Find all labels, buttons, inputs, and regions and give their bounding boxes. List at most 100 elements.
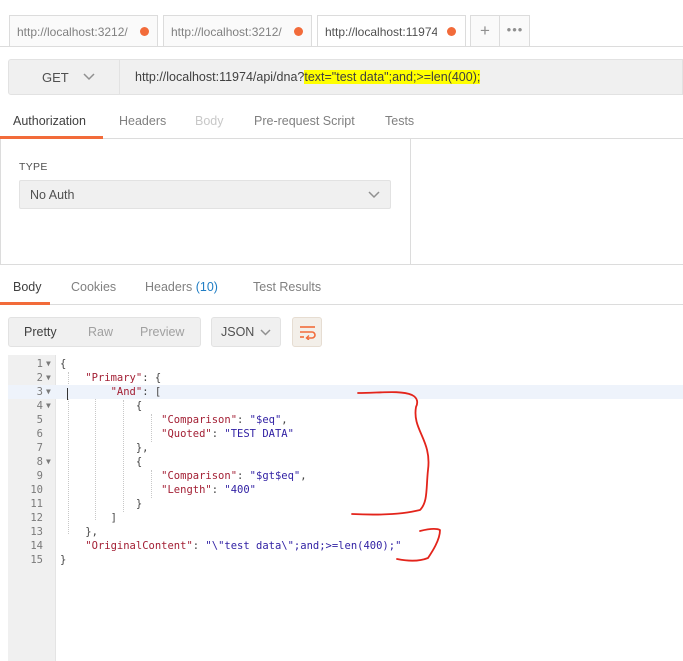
code-text: "Quoted": "TEST DATA" bbox=[161, 428, 294, 440]
line-number: 9 bbox=[36, 470, 43, 482]
request-tab-strip: http://localhost:3212/ http://localhost:… bbox=[0, 0, 683, 47]
line-number: 14 bbox=[30, 540, 43, 552]
line-number: 13 bbox=[30, 526, 43, 538]
code-line: 4 ▼ { bbox=[8, 399, 683, 413]
format-dropdown[interactable]: JSON bbox=[211, 317, 281, 347]
more-tabs-ellipsis-icon[interactable]: ••• bbox=[500, 16, 530, 46]
code-line: 15} bbox=[8, 553, 683, 567]
code-text: } bbox=[60, 554, 67, 566]
code-text: "OriginalContent": "\"test data\";and;>=… bbox=[85, 540, 402, 552]
wrap-lines-button[interactable] bbox=[292, 317, 322, 347]
request-tab-label: http://localhost:3212/ bbox=[171, 25, 282, 39]
line-number: 4 bbox=[36, 400, 43, 412]
unsaved-dot-icon bbox=[294, 27, 303, 36]
tab-authorization[interactable]: Authorization bbox=[13, 114, 86, 128]
line-number: 12 bbox=[30, 512, 43, 524]
tab-tests[interactable]: Tests bbox=[385, 114, 414, 128]
request-tab-2[interactable]: http://localhost:3212/ bbox=[163, 15, 312, 46]
response-headers-label: Headers bbox=[145, 280, 193, 294]
auth-type-section: TYPE No Auth bbox=[0, 139, 411, 264]
auth-type-value: No Auth bbox=[30, 188, 75, 202]
request-subtabs: Authorization Headers Body Pre-request S… bbox=[0, 107, 683, 139]
fold-arrow-icon[interactable]: ▼ bbox=[46, 455, 51, 469]
code-line: 12 ] bbox=[8, 511, 683, 525]
line-number: 1 bbox=[36, 358, 43, 370]
request-tab-3[interactable]: http://localhost:11974 bbox=[317, 15, 466, 47]
request-tab-label: http://localhost:11974 bbox=[325, 25, 437, 39]
request-tab-label: http://localhost:3212/ bbox=[17, 25, 128, 39]
response-toolbar: Pretty Raw Preview JSON bbox=[0, 305, 683, 355]
code-text: { bbox=[60, 358, 67, 370]
code-line: 11 } bbox=[8, 497, 683, 511]
chevron-down-icon bbox=[368, 191, 380, 199]
tab-response-body[interactable]: Body bbox=[13, 280, 42, 294]
request-tab-1[interactable]: http://localhost:3212/ bbox=[9, 15, 158, 46]
code-line-active: 3 ▼ "And": [ bbox=[8, 385, 683, 399]
tab-headers[interactable]: Headers bbox=[119, 114, 166, 128]
line-number: 3 bbox=[36, 386, 43, 398]
url-input[interactable]: http://localhost:11974/api/dna?text="tes… bbox=[120, 59, 683, 95]
code-line: 9 "Comparison": "$gt$eq", bbox=[8, 469, 683, 483]
code-text: { bbox=[135, 456, 143, 468]
view-preview-button[interactable]: Preview bbox=[140, 325, 184, 339]
tab-pre-request-script[interactable]: Pre-request Script bbox=[254, 114, 355, 128]
code-line: 14 "OriginalContent": "\"test data\";and… bbox=[8, 539, 683, 553]
code-text: } bbox=[135, 498, 143, 510]
tab-response-headers[interactable]: Headers (10) bbox=[145, 280, 218, 294]
fold-arrow-icon[interactable]: ▼ bbox=[46, 399, 51, 413]
view-mode-segmented-control: Pretty Raw Preview bbox=[8, 317, 201, 347]
code-line: 1 ▼ { bbox=[8, 357, 683, 371]
new-tab-plus-icon[interactable]: + bbox=[471, 16, 500, 46]
code-text: }, bbox=[85, 526, 98, 538]
code-line: 8 ▼ { bbox=[8, 455, 683, 469]
line-number: 10 bbox=[30, 484, 43, 496]
chevron-down-icon bbox=[260, 329, 271, 336]
method-dropdown[interactable]: GET bbox=[8, 59, 120, 95]
tab-actions: + ••• bbox=[470, 15, 530, 46]
url-query-highlighted: text="test data";and;>=len(400); bbox=[304, 70, 481, 84]
code-line: 7 }, bbox=[8, 441, 683, 455]
line-number: 15 bbox=[30, 554, 43, 566]
tab-cookies[interactable]: Cookies bbox=[71, 280, 116, 294]
code-line: 10 "Length": "400" bbox=[8, 483, 683, 497]
tab-body[interactable]: Body bbox=[195, 114, 224, 128]
response-tabs: Body Cookies Headers (10) Test Results bbox=[0, 269, 683, 305]
url-base: http://localhost:11974/api/dna? bbox=[135, 70, 305, 84]
line-number: 5 bbox=[36, 414, 43, 426]
tab-test-results[interactable]: Test Results bbox=[253, 280, 321, 294]
unsaved-dot-icon bbox=[447, 27, 456, 36]
text-cursor bbox=[67, 388, 68, 400]
authorization-panel: TYPE No Auth bbox=[0, 139, 683, 265]
code-text: "And": [ bbox=[110, 386, 162, 398]
view-raw-button[interactable]: Raw bbox=[88, 325, 113, 339]
line-number: 2 bbox=[36, 372, 43, 384]
url-text: http://localhost:11974/api/dna?text="tes… bbox=[135, 70, 481, 84]
code-text: "Comparison": "$eq", bbox=[161, 414, 288, 426]
unsaved-dot-icon bbox=[140, 27, 149, 36]
code-line: 2 ▼ "Primary": { bbox=[8, 371, 683, 385]
code-text: "Primary": { bbox=[85, 372, 162, 384]
code-text: }, bbox=[135, 442, 149, 454]
code-text: { bbox=[135, 400, 143, 412]
headers-count-badge: (10) bbox=[195, 280, 218, 294]
code-line: 6 "Quoted": "TEST DATA" bbox=[8, 427, 683, 441]
method-label: GET bbox=[42, 70, 69, 85]
line-number: 6 bbox=[36, 428, 43, 440]
wrap-lines-icon bbox=[300, 326, 316, 340]
fold-arrow-icon[interactable]: ▼ bbox=[46, 357, 51, 371]
request-bar: GET http://localhost:11974/api/dna?text=… bbox=[0, 46, 683, 107]
fold-arrow-icon[interactable]: ▼ bbox=[46, 385, 51, 399]
fold-arrow-icon[interactable]: ▼ bbox=[46, 371, 51, 385]
line-number: 11 bbox=[30, 498, 43, 510]
line-number: 8 bbox=[36, 456, 43, 468]
chevron-down-icon bbox=[83, 73, 95, 81]
auth-type-label: TYPE bbox=[19, 161, 48, 173]
line-number: 7 bbox=[36, 442, 43, 454]
code-text: ] bbox=[110, 512, 117, 524]
code-text: "Length": "400" bbox=[161, 484, 256, 496]
auth-type-select[interactable]: No Auth bbox=[19, 180, 391, 209]
view-pretty-button[interactable]: Pretty bbox=[24, 325, 57, 339]
response-body-editor[interactable]: 1 ▼{ 2 ▼ "Primary": { 3 ▼ "And": [ 4 ▼ { 5 "… bbox=[8, 355, 683, 661]
code-line: 5 "Comparison": "$eq", bbox=[8, 413, 683, 427]
code-text: "Comparison": "$gt$eq", bbox=[161, 470, 307, 482]
